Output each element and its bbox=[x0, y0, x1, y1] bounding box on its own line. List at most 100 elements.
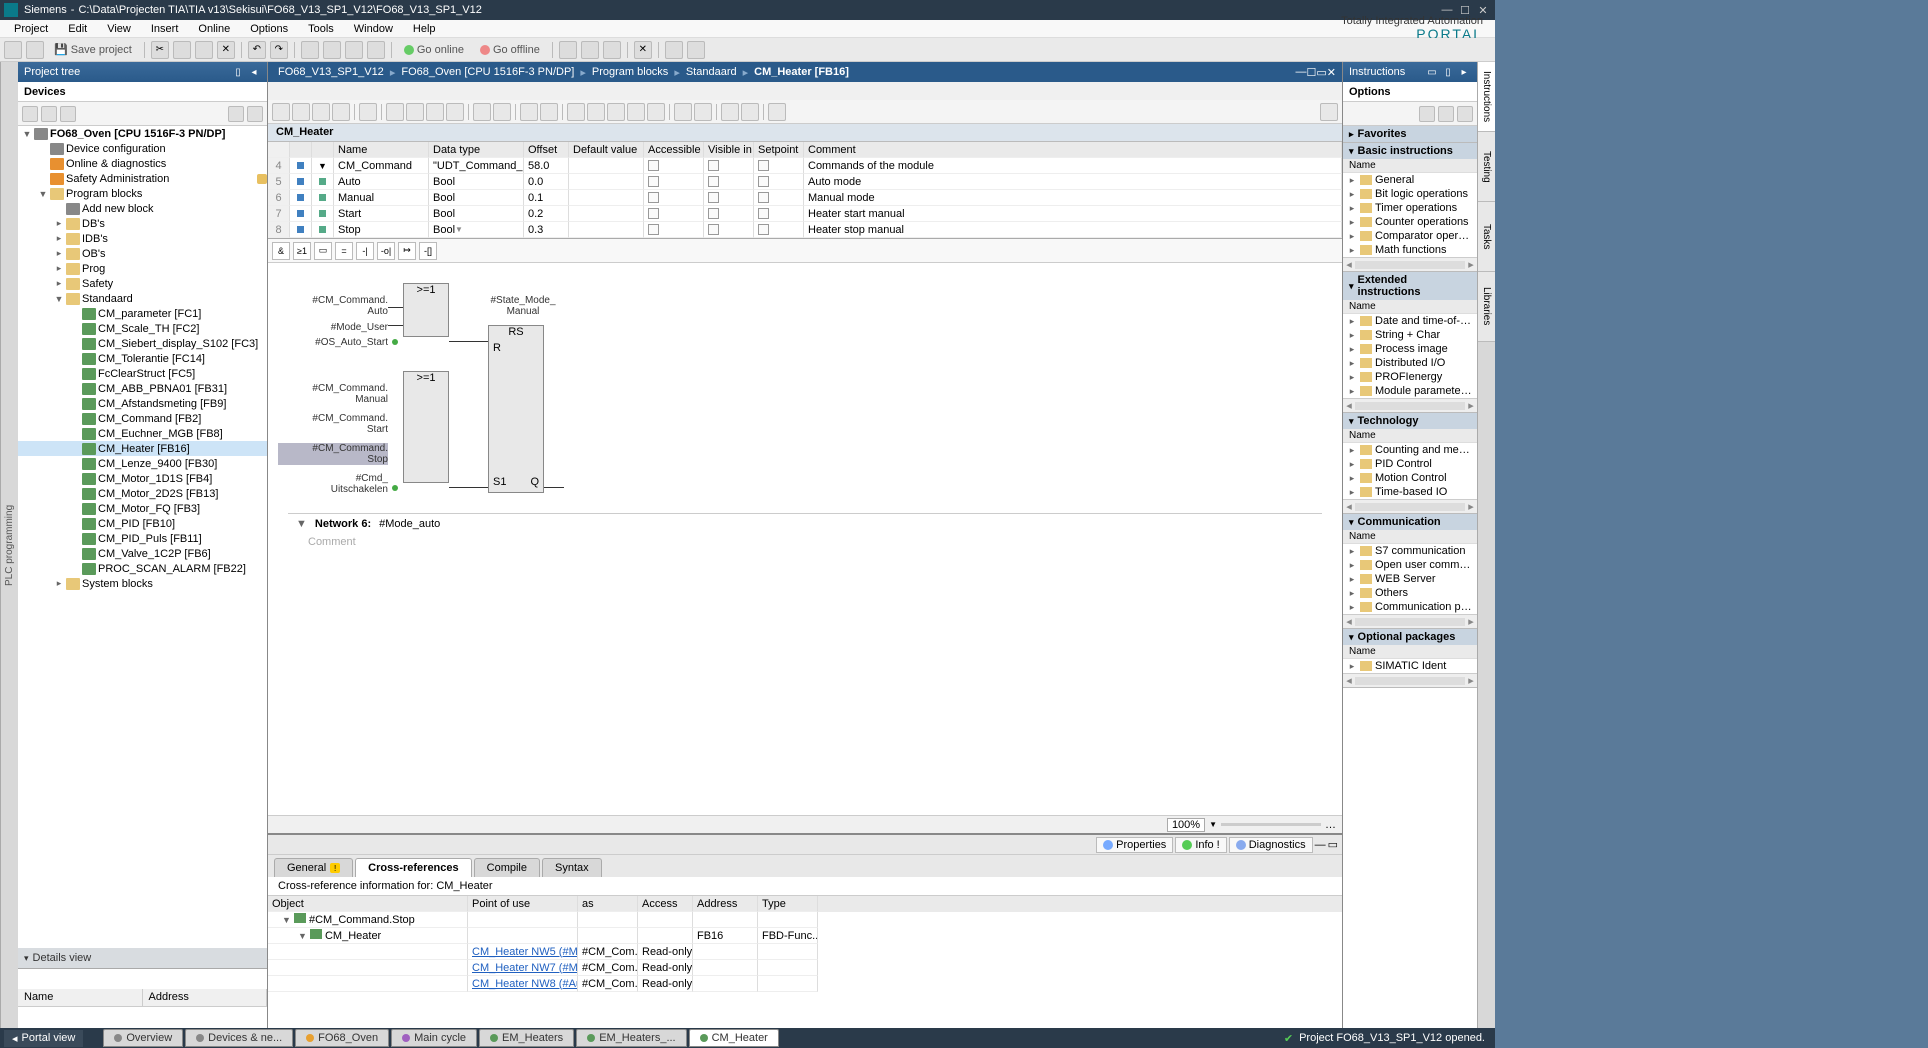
sig-4[interactable]: #CM_Command. Start bbox=[278, 413, 388, 435]
instr-tb-2[interactable] bbox=[1438, 106, 1454, 122]
editor-tab[interactable]: Overview bbox=[103, 1029, 183, 1047]
upload-button[interactable] bbox=[345, 41, 363, 59]
instr-item[interactable]: ▸Date and time-of-d... bbox=[1343, 314, 1477, 328]
copy-button[interactable] bbox=[173, 41, 191, 59]
instr-item[interactable]: ▸General bbox=[1343, 173, 1477, 187]
tree-item[interactable]: CM_Scale_TH [FC2] bbox=[18, 321, 267, 336]
instr-item[interactable]: ▸Motion Control bbox=[1343, 471, 1477, 485]
menu-project[interactable]: Project bbox=[4, 21, 58, 37]
redo-button[interactable]: ↷ bbox=[270, 41, 288, 59]
editor-tab[interactable]: Main cycle bbox=[391, 1029, 477, 1047]
xh-as[interactable]: as bbox=[578, 896, 638, 912]
tree-item[interactable]: CM_Motor_1D1S [FB4] bbox=[18, 471, 267, 486]
tab-compile[interactable]: Compile bbox=[474, 858, 540, 877]
instr-item[interactable]: ▸Math functions bbox=[1343, 243, 1477, 257]
instr-section-header[interactable]: ▾Basic instructions bbox=[1343, 143, 1477, 159]
tree-item[interactable]: CM_PID_Puls [FB11] bbox=[18, 531, 267, 546]
tree-item[interactable]: ▼Standaard bbox=[18, 291, 267, 306]
instr-item[interactable]: ▸PID Control bbox=[1343, 457, 1477, 471]
editor-tab[interactable]: EM_Heaters_... bbox=[576, 1029, 686, 1047]
instr-item[interactable]: ▸S7 communication bbox=[1343, 544, 1477, 558]
delete-button[interactable]: ✕ bbox=[217, 41, 235, 59]
tree-item[interactable]: CM_Euchner_MGB [FB8] bbox=[18, 426, 267, 441]
menu-options[interactable]: Options bbox=[240, 21, 298, 37]
tree-root[interactable]: ▼FO68_Oven [CPU 1516F-3 PN/DP] bbox=[18, 126, 267, 141]
sig-3[interactable]: #CM_Command. Manual bbox=[278, 383, 388, 405]
xh-pou[interactable]: Point of use bbox=[468, 896, 578, 912]
instructions-panel[interactable]: ▸Favorites▾Basic instructionsName▸Genera… bbox=[1343, 126, 1477, 1028]
etb-20[interactable] bbox=[694, 103, 712, 121]
sig-out[interactable]: #State_Mode_ Manual bbox=[483, 295, 563, 317]
sig-6[interactable]: #Cmd_ Uitschakelen bbox=[278, 473, 388, 495]
instr-btn1[interactable]: ▭ bbox=[1425, 65, 1439, 79]
tree-item[interactable]: ▸Prog bbox=[18, 261, 267, 276]
sig-5[interactable]: #CM_Command. Stop bbox=[278, 443, 388, 465]
zoom-select[interactable]: 100% bbox=[1167, 818, 1205, 832]
tree-item[interactable]: ▼Program blocks bbox=[18, 186, 267, 201]
side-tab-instructions[interactable]: Instructions bbox=[1478, 62, 1495, 132]
menu-online[interactable]: Online bbox=[188, 21, 240, 37]
tree-item[interactable]: CM_Motor_2D2S [FB13] bbox=[18, 486, 267, 501]
etb-23[interactable] bbox=[768, 103, 786, 121]
xref-row[interactable]: ▼ CM_HeaterFB16FBD-Func... bbox=[268, 928, 1342, 944]
instr-item[interactable]: ▸PROFIenergy bbox=[1343, 370, 1477, 384]
tree-item[interactable]: FcClearStruct [FC5] bbox=[18, 366, 267, 381]
tree-item[interactable]: CM_Heater [FB16] bbox=[18, 441, 267, 456]
zoom-slider[interactable] bbox=[1221, 823, 1321, 826]
tree-item[interactable]: CM_ABB_PBNA01 [FB31] bbox=[18, 381, 267, 396]
instr-section-header[interactable]: ▾Optional packages bbox=[1343, 629, 1477, 645]
fbd-assign[interactable]: = bbox=[335, 242, 353, 260]
etb-11[interactable] bbox=[493, 103, 511, 121]
tree-item[interactable]: ▸OB's bbox=[18, 246, 267, 261]
editor-tab[interactable]: Devices & ne... bbox=[185, 1029, 293, 1047]
project-tree[interactable]: ▼FO68_Oven [CPU 1516F-3 PN/DP] Device co… bbox=[18, 126, 267, 948]
tree-item[interactable]: CM_Siebert_display_S102 [FC3] bbox=[18, 336, 267, 351]
etb-16[interactable] bbox=[607, 103, 625, 121]
sig-1[interactable]: #Mode_User bbox=[278, 322, 388, 333]
sig-0[interactable]: #CM_Command. Auto bbox=[278, 295, 388, 317]
download-button[interactable] bbox=[323, 41, 341, 59]
xh-object[interactable]: Object bbox=[268, 896, 468, 912]
vh-of[interactable]: Offset bbox=[524, 142, 569, 158]
menu-view[interactable]: View bbox=[97, 21, 141, 37]
details-header[interactable]: ▾Details view bbox=[18, 948, 267, 968]
fbd-and[interactable]: & bbox=[272, 242, 290, 260]
bc-3[interactable]: Standaard bbox=[682, 66, 741, 78]
paste-button[interactable] bbox=[195, 41, 213, 59]
instr-item[interactable]: ▸WEB Server bbox=[1343, 572, 1477, 586]
insp-properties[interactable]: Properties bbox=[1096, 837, 1173, 853]
details-col-address[interactable]: Address bbox=[143, 989, 268, 1006]
tree-item[interactable]: ▸IDB's bbox=[18, 231, 267, 246]
simulate-button[interactable] bbox=[367, 41, 385, 59]
vh-vi[interactable]: Visible in ... bbox=[704, 142, 754, 158]
instr-item[interactable]: ▸Bit logic operations bbox=[1343, 187, 1477, 201]
tree-tb-1[interactable] bbox=[22, 106, 38, 122]
bc-4[interactable]: CM_Heater [FB16] bbox=[750, 66, 853, 78]
etb-8[interactable] bbox=[426, 103, 444, 121]
xref-row[interactable]: ▼ #CM_Command.Stop bbox=[268, 912, 1342, 928]
tree-item[interactable]: CM_Motor_FQ [FB3] bbox=[18, 501, 267, 516]
tree-item[interactable]: PROC_SCAN_ALARM [FB22] bbox=[18, 561, 267, 576]
etb-14[interactable] bbox=[567, 103, 585, 121]
insp-min[interactable]: — bbox=[1315, 839, 1326, 851]
instr-item[interactable]: ▸Others bbox=[1343, 586, 1477, 600]
var-row[interactable]: 7StartBool0.2Heater start manual bbox=[268, 206, 1342, 222]
etb-17[interactable] bbox=[627, 103, 645, 121]
gate-or-1[interactable]: >=1 bbox=[403, 283, 449, 337]
fbd-or[interactable]: ≥1 bbox=[293, 242, 311, 260]
tree-item[interactable]: CM_Afstandsmeting [FB9] bbox=[18, 396, 267, 411]
instr-section-header[interactable]: ▸Favorites bbox=[1343, 126, 1477, 142]
tree-item[interactable]: ▸DB's bbox=[18, 216, 267, 231]
tb-ext5[interactable] bbox=[665, 41, 683, 59]
instr-tb-3[interactable] bbox=[1457, 106, 1473, 122]
tab-syntax[interactable]: Syntax bbox=[542, 858, 602, 877]
instr-item[interactable]: ▸Counting and measure... bbox=[1343, 443, 1477, 457]
instr-item[interactable]: ▸Module parameter ... bbox=[1343, 384, 1477, 398]
instr-btn3[interactable]: ▸ bbox=[1457, 65, 1471, 79]
editor-close-button[interactable]: ✕ bbox=[1327, 66, 1336, 79]
etb-19[interactable] bbox=[674, 103, 692, 121]
compile-button[interactable] bbox=[301, 41, 319, 59]
tab-general[interactable]: General! bbox=[274, 858, 353, 877]
go-online-button[interactable]: Go online bbox=[398, 41, 470, 59]
editor-tab[interactable]: CM_Heater bbox=[689, 1029, 779, 1047]
